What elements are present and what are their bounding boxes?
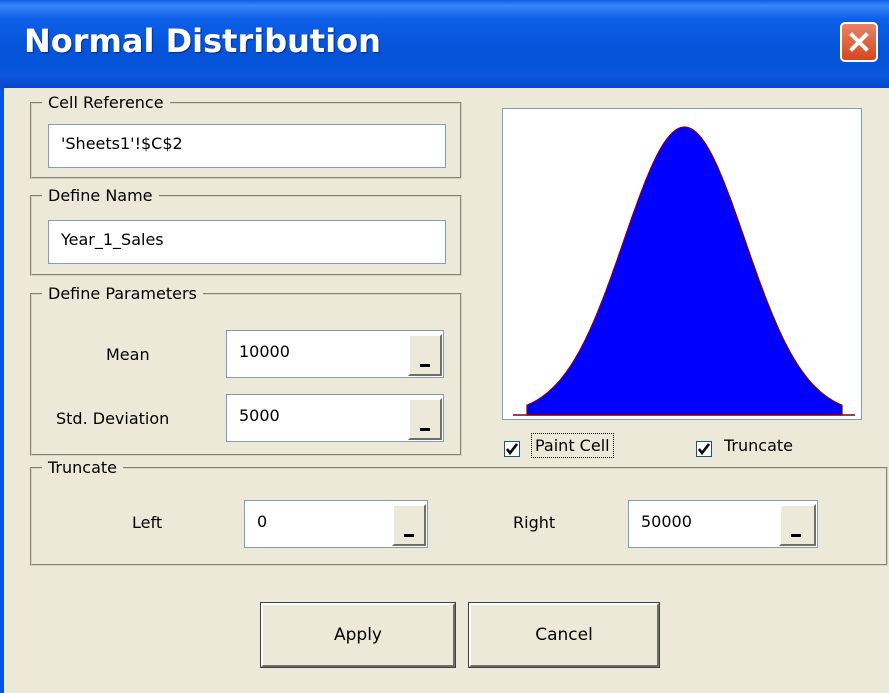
close-button[interactable] (840, 22, 878, 62)
truncate-right-picker-button[interactable] (779, 504, 816, 546)
mean-picker-button[interactable] (408, 334, 442, 376)
density-area (526, 126, 843, 416)
title-bar[interactable]: Normal Distribution (0, 0, 889, 88)
checkmark-icon (506, 443, 518, 455)
underscore-icon (420, 428, 430, 431)
define-name-label: Define Name (48, 186, 153, 205)
underscore-icon (420, 364, 430, 367)
checkmark-icon (698, 443, 710, 455)
dialog-body: Cell Reference 'Sheets1'!$C$2 Define Nam… (4, 88, 889, 693)
distribution-curve-svg (513, 126, 855, 416)
truncate-group-label: Truncate (48, 458, 117, 477)
paint-cell-label[interactable]: Paint Cell (531, 433, 614, 458)
std-deviation-picker-button[interactable] (408, 398, 442, 440)
truncate-left-picker-button[interactable] (392, 504, 426, 546)
truncate-left-label: Left (132, 513, 163, 532)
underscore-icon (791, 534, 801, 537)
paint-cell-checkbox[interactable] (504, 441, 520, 457)
define-parameters-label: Define Parameters (48, 284, 197, 303)
cell-reference-field[interactable]: 'Sheets1'!$C$2 (48, 124, 446, 168)
truncate-checkbox-label[interactable]: Truncate (724, 436, 793, 455)
truncate-right-label: Right (513, 513, 556, 532)
truncate-checkbox[interactable] (696, 441, 712, 457)
cancel-button[interactable]: Cancel (468, 602, 660, 668)
window-title: Normal Distribution (24, 22, 381, 60)
distribution-preview-chart (502, 108, 862, 420)
underscore-icon (404, 534, 414, 537)
apply-button[interactable]: Apply (260, 602, 456, 668)
mean-label: Mean (106, 345, 150, 364)
close-icon (849, 32, 869, 52)
define-name-field[interactable]: Year_1_Sales (48, 220, 446, 264)
normal-distribution-dialog: Normal Distribution Cell Reference 'Shee… (0, 0, 889, 693)
cell-reference-label: Cell Reference (48, 93, 164, 112)
std-deviation-label: Std. Deviation (56, 409, 170, 428)
